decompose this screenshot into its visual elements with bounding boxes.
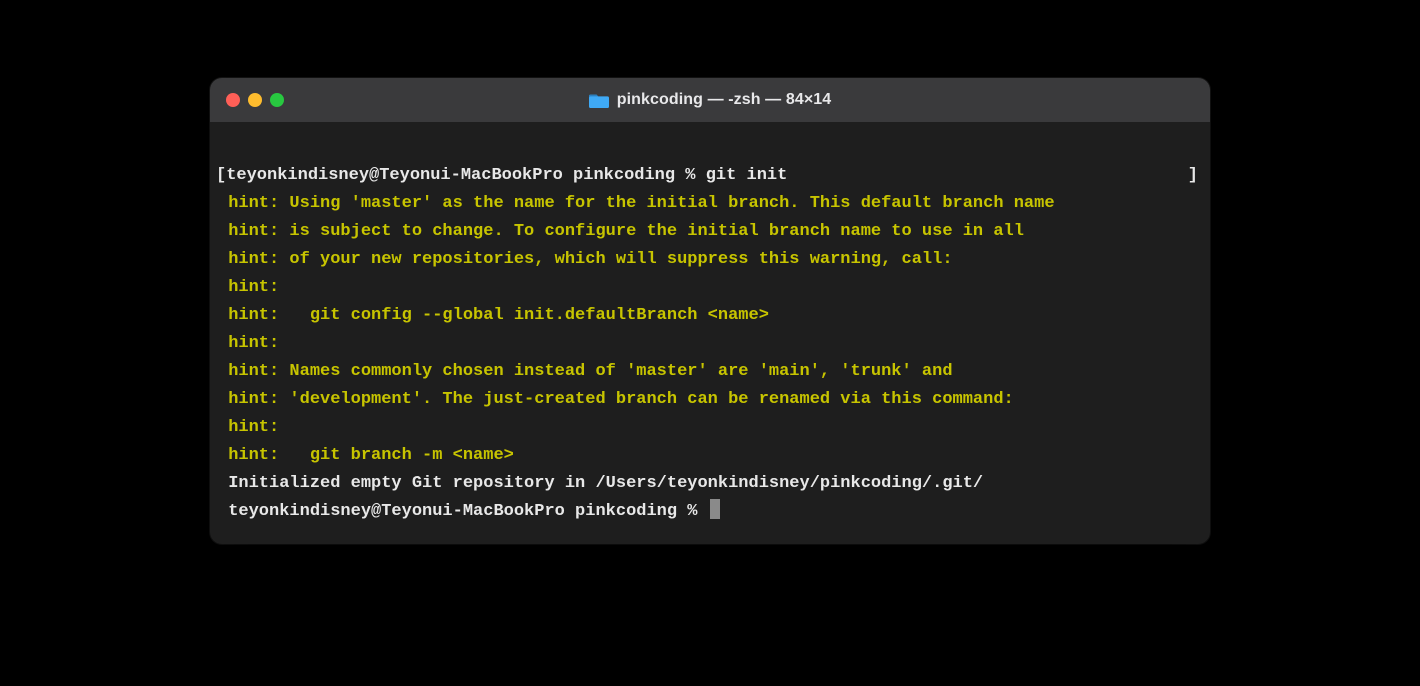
- hint-line: hint:: [216, 274, 1204, 302]
- window-controls: [226, 93, 284, 107]
- hint-line: hint:: [216, 330, 1204, 358]
- hint-line: hint: is subject to change. To configure…: [216, 218, 1204, 246]
- window-title: pinkcoding — -zsh — 84×14: [210, 91, 1210, 109]
- folder-icon: [589, 93, 609, 108]
- prompt-text: teyonkindisney@Teyonui-MacBookPro pinkco…: [218, 502, 708, 521]
- hint-line: hint:: [216, 414, 1204, 442]
- prompt-right-bracket: ]: [1188, 162, 1204, 190]
- window-title-text: pinkcoding — -zsh — 84×14: [617, 91, 832, 109]
- close-icon[interactable]: [226, 93, 240, 107]
- prompt-line-2: teyonkindisney@Teyonui-MacBookPro pinkco…: [216, 498, 1204, 526]
- cursor-icon: [710, 499, 720, 519]
- hint-line: hint: 'development'. The just-created br…: [216, 386, 1204, 414]
- prompt-line-1: [teyonkindisney@Teyonui-MacBookPro pinkc…: [216, 162, 1204, 190]
- hint-line: hint: git config --global init.defaultBr…: [216, 302, 1204, 330]
- terminal-output[interactable]: [teyonkindisney@Teyonui-MacBookPro pinkc…: [210, 122, 1210, 544]
- init-message: Initialized empty Git repository in /Use…: [216, 470, 1204, 498]
- hint-line: hint: Using 'master' as the name for the…: [216, 190, 1204, 218]
- maximize-icon[interactable]: [270, 93, 284, 107]
- hint-line: hint: git branch -m <name>: [216, 442, 1204, 470]
- minimize-icon[interactable]: [248, 93, 262, 107]
- hint-line: hint: of your new repositories, which wi…: [216, 246, 1204, 274]
- command-text: git init: [706, 166, 788, 185]
- terminal-window: pinkcoding — -zsh — 84×14 [teyonkindisne…: [210, 78, 1210, 544]
- titlebar[interactable]: pinkcoding — -zsh — 84×14: [210, 78, 1210, 122]
- prompt-text: [teyonkindisney@Teyonui-MacBookPro pinkc…: [216, 166, 706, 185]
- hint-line: hint: Names commonly chosen instead of '…: [216, 358, 1204, 386]
